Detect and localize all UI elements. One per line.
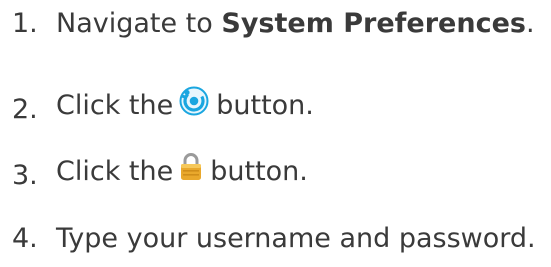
step-4: 4. Type your username and password.	[12, 222, 536, 256]
step-punctuation: .	[525, 8, 535, 39]
step-number: 1.	[12, 8, 38, 39]
step-text: Navigate to	[56, 8, 222, 39]
step-number: 4.	[12, 223, 38, 254]
step-text: Click the	[56, 155, 174, 187]
step-2: 2. Click the button.	[12, 86, 314, 125]
step-1: 1. Navigate to System Preferences .	[12, 7, 535, 41]
system-preferences-label: System Preferences	[221, 8, 526, 39]
step-text: button.	[216, 89, 314, 121]
instruction-steps: 1. Navigate to System Preferences . 2. C…	[0, 0, 551, 267]
step-text: Click the	[56, 89, 174, 121]
step-number: 2.	[12, 93, 38, 125]
padlock-icon	[179, 152, 203, 191]
step-text: button.	[210, 155, 308, 187]
network-utility-icon	[179, 86, 209, 125]
step-number: 3.	[12, 159, 38, 191]
step-text: Type your username and password.	[56, 223, 536, 254]
step-3: 3. Click the button.	[12, 152, 308, 191]
